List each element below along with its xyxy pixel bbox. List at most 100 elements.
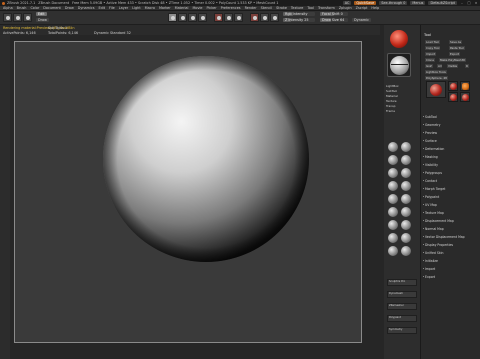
section-initialize[interactable]: Initialize [423, 259, 438, 263]
section-deformation[interactable]: Deformation [422, 147, 444, 151]
section-morph-target[interactable]: Morph Target [422, 187, 445, 191]
menu-tool[interactable]: Tool [307, 6, 314, 10]
menu-render[interactable]: Render [245, 6, 257, 10]
section-export[interactable]: Export [422, 275, 435, 279]
all-button[interactable]: All [437, 64, 443, 68]
quicksave-button[interactable]: QuickSave [354, 1, 377, 5]
live-boolean-button[interactable] [23, 13, 32, 22]
lightbox-tools-button[interactable]: Lightbox Tools [425, 70, 447, 74]
brush-standard-icon[interactable] [388, 155, 398, 165]
rgb-button[interactable] [224, 13, 233, 22]
section-unified-skin[interactable]: Unified Skin [422, 251, 443, 255]
section-display-properties[interactable]: Display Properties [422, 243, 453, 247]
section-uv-map[interactable]: UV Map [423, 203, 437, 207]
menu-light[interactable]: Light [132, 6, 140, 10]
section-texture-map[interactable]: Texture Map [423, 211, 444, 215]
goz-button[interactable]: GoZ [425, 64, 433, 68]
transp-shelf-label[interactable]: Transp [386, 104, 416, 108]
zadd-button[interactable] [250, 13, 259, 22]
lightbox-button[interactable] [13, 13, 22, 22]
tool-thumb-polysphere[interactable] [448, 81, 458, 91]
rgb-intensity-slider[interactable]: Rgb Intensity [283, 12, 315, 16]
menu-color[interactable]: Color [30, 6, 39, 10]
menu-preferences[interactable]: Preferences [221, 6, 241, 10]
section-preview[interactable]: Preview [422, 131, 437, 135]
matcap-preview[interactable] [387, 53, 411, 77]
menu-edit[interactable]: Edit [98, 6, 105, 10]
close-icon[interactable]: × [474, 1, 478, 5]
menu-marker[interactable]: Marker [159, 6, 171, 10]
section-polygroups[interactable]: Polygroups [423, 171, 442, 175]
maximize-icon[interactable]: □ [467, 1, 471, 5]
material-shelf-label[interactable]: Material [386, 94, 416, 98]
section-displacement-map[interactable]: Displacement Map [423, 219, 454, 223]
brush-smooth-icon[interactable] [388, 181, 398, 191]
material-sphere-icon[interactable] [390, 30, 408, 48]
move-mode-button[interactable] [178, 13, 187, 22]
menu-movie[interactable]: Movie [192, 6, 202, 10]
section-import[interactable]: Import [422, 267, 435, 271]
section-masking[interactable]: Masking [423, 155, 438, 159]
m-button[interactable] [234, 13, 243, 22]
menu-help[interactable]: Help [371, 6, 379, 10]
brush-claybuildup-icon[interactable] [401, 142, 411, 152]
section-subtool[interactable]: SubTool [423, 115, 437, 119]
sculptris-pro-button[interactable]: Sculptris Pro [387, 279, 417, 286]
tool-palette-title[interactable]: Tool [424, 33, 431, 37]
document-canvas[interactable] [14, 41, 362, 343]
minimize-icon[interactable]: – [460, 1, 464, 5]
tool-thumb-polysphere-3[interactable] [460, 92, 470, 102]
subtool-shelf-label[interactable]: SubTool [386, 89, 416, 93]
menu-alpha[interactable]: Alpha [3, 6, 13, 10]
section-polypaint[interactable]: Polypaint [422, 195, 439, 199]
menu-dynamics[interactable]: Dynamics [78, 6, 95, 10]
brush-hpolish-icon[interactable] [388, 194, 398, 204]
tool-thumb-polysphere-big[interactable] [426, 81, 446, 98]
projection-master-button[interactable] [3, 13, 12, 22]
default-zscript-button[interactable]: DefaultZScript [428, 1, 457, 5]
menu-macro[interactable]: Macro [145, 6, 155, 10]
polypaint-button[interactable]: Polypaint [387, 315, 417, 322]
menu-file[interactable]: File [109, 6, 115, 10]
visible-button[interactable]: Visible [447, 64, 459, 68]
texture-shelf-label[interactable]: Texture [386, 99, 416, 103]
make-polymesh-button[interactable]: Make PolyMesh3D [439, 58, 467, 62]
symmetry-button[interactable]: Symmetry [387, 327, 417, 334]
r-button[interactable]: R [465, 64, 469, 68]
see-through-slider[interactable]: See-through 0 [379, 1, 408, 5]
brush-topology-icon[interactable] [388, 220, 398, 230]
dynamesh-button[interactable]: Dynamesh [387, 291, 417, 298]
lightbox-shelf-label[interactable]: LightBox [386, 84, 416, 88]
section-vector-displacement[interactable]: Vector Displacement Map [423, 235, 465, 239]
menu-zplugin[interactable]: Zplugin [339, 6, 352, 10]
z-intensity-slider[interactable]: Z Intensity 25 [283, 18, 315, 22]
menu-zscript[interactable]: Zscript [356, 6, 368, 10]
copy-tool-button[interactable]: Copy Tool [425, 46, 441, 50]
clone-button[interactable]: Clone [425, 58, 435, 62]
dynamic-button[interactable]: Dynamic [352, 18, 371, 22]
edit-button[interactable]: Edit [36, 12, 47, 16]
paste-tool-button[interactable]: Paste Tool [449, 46, 465, 50]
brush-damstandard-icon[interactable] [401, 155, 411, 165]
draw-button[interactable]: Draw [36, 18, 49, 22]
brush-imm-primitives-icon[interactable] [401, 220, 411, 230]
brush-move-icon[interactable] [388, 142, 398, 152]
menu-brush[interactable]: Brush [17, 6, 27, 10]
draw-mode-button[interactable] [168, 13, 177, 22]
ac-button[interactable]: AC [342, 1, 352, 5]
scale-mode-button[interactable] [188, 13, 197, 22]
tool-thumb-simplebrush[interactable] [460, 81, 470, 91]
section-geometry[interactable]: Geometry [422, 123, 440, 127]
brush-selectrect-icon[interactable] [401, 233, 411, 243]
mrgb-button[interactable] [214, 13, 223, 22]
menu-stencil[interactable]: Stencil [261, 6, 272, 10]
zremesher-button[interactable]: ZRemesher [387, 303, 417, 310]
brush-slash3-icon[interactable] [388, 207, 398, 217]
tool-thumb-polysphere-2[interactable] [448, 92, 458, 102]
import-button[interactable]: Import [425, 52, 437, 56]
brush-flatten-icon[interactable] [401, 194, 411, 204]
export-button[interactable]: Export [449, 52, 461, 56]
zsub-button[interactable] [260, 13, 269, 22]
menu-picker[interactable]: Picker [207, 6, 217, 10]
brush-zmodeler-icon[interactable] [388, 233, 398, 243]
